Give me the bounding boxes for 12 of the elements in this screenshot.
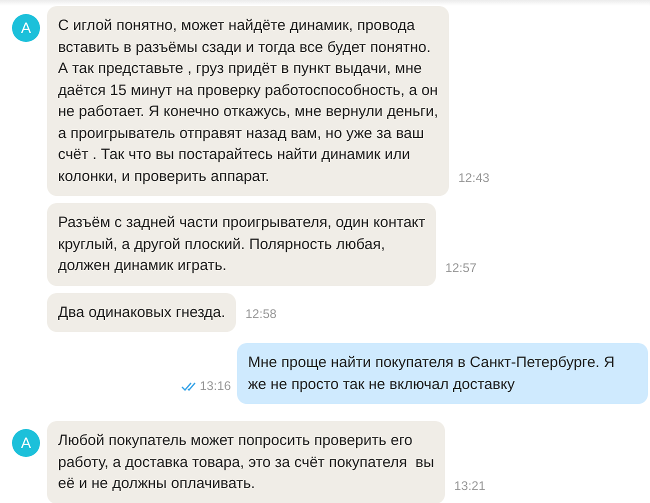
message-time: 12:43 (458, 171, 490, 185)
message-time: 13:21 (454, 478, 486, 492)
message-bubble: Мне проще найти покупателя в Санкт-Петербурге. Я же не просто так не включал доставку (237, 343, 648, 404)
message-bubble: Любой покупатель может попросить проверить его работу, а доставка товара, это за счёт покупателя вы её и не должны оплачивать. (47, 421, 446, 503)
avatar[interactable]: А (12, 429, 40, 457)
message-time: 12:57 (445, 260, 477, 274)
avatar[interactable]: А (12, 14, 40, 42)
message-bubble: Разъём с задней части проигрывателя, один контакт круглый, а другой плоский. Полярность любая, должен динамик играть. (47, 203, 436, 286)
message-bubble: Два одинаковых гнезда. (47, 292, 236, 332)
message-time: 13:16 (200, 379, 231, 393)
message-time: 12:58 (245, 307, 277, 321)
message-bubble: С иглой понятно, может найдёте динамик, провода вставить в разъёмы сзади и тогда все будет понятно. А так представьте , груз придёт в пункт выдачи, мне даётся 15 минут на проверку работоспособность, а он не работает. Я конечно откажусь, мне вернули деньги, а проигрыватель отправят назад вам, но уже за ваш счёт . Так что вы постарайтесь найти динамик или колонки, и проверить аппарат. (47, 6, 450, 196)
